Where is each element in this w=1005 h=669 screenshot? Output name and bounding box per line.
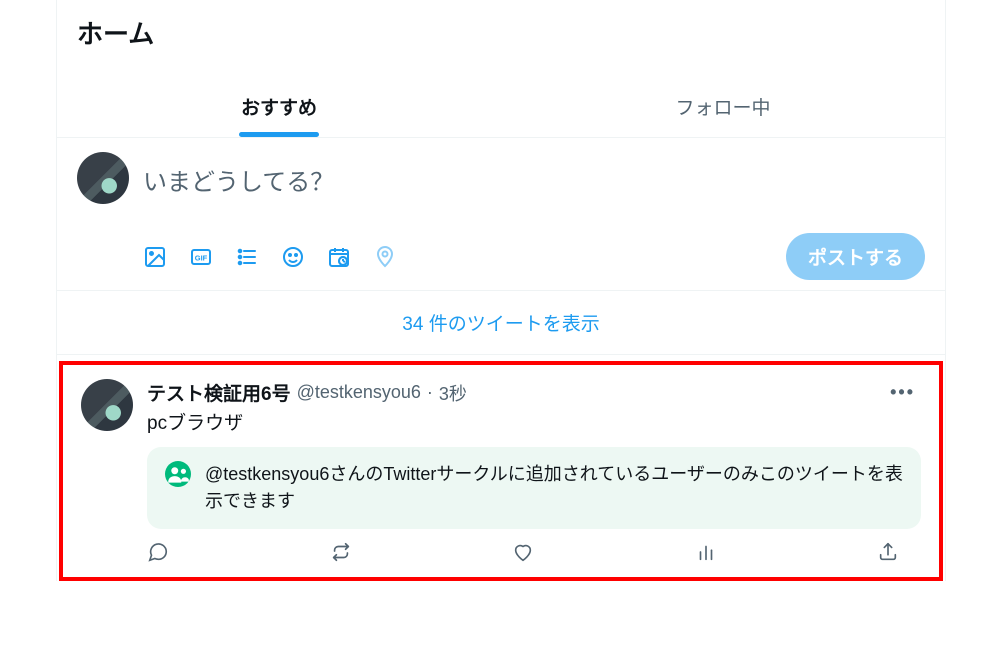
retweet-icon[interactable] (330, 541, 352, 563)
tweet-actions (147, 529, 907, 571)
emoji-icon[interactable] (281, 245, 305, 269)
timeline-feed: ホーム おすすめ フォロー中 いまどうしてる？ GIF (56, 0, 946, 581)
page-title: ホーム (57, 0, 945, 77)
gif-icon[interactable]: GIF (189, 245, 213, 269)
post-button[interactable]: ポストする (786, 233, 925, 280)
reply-icon[interactable] (147, 541, 169, 563)
schedule-icon[interactable] (327, 245, 351, 269)
avatar[interactable] (81, 379, 133, 431)
tab-label: おすすめ (241, 93, 317, 120)
tweet-handle[interactable]: @testkensyou6 (297, 382, 421, 403)
tweet-time[interactable]: 3秒 (439, 380, 467, 406)
separator: · (427, 382, 433, 403)
tab-label: フォロー中 (675, 93, 770, 120)
circle-people-icon (165, 461, 191, 487)
tab-underline (239, 132, 319, 137)
tweet-composer: いまどうしてる？ GIF (57, 138, 945, 291)
location-icon[interactable] (373, 245, 397, 269)
more-icon[interactable]: ••• (884, 380, 921, 405)
tweet[interactable]: テスト検証用6号 @testkensyou6 · 3秒 ••• pcブラウザ @… (63, 365, 939, 577)
tweet-text: pcブラウザ (147, 408, 921, 435)
svg-text:GIF: GIF (195, 253, 208, 262)
highlighted-tweet-box: テスト検証用6号 @testkensyou6 · 3秒 ••• pcブラウザ @… (59, 361, 943, 581)
like-icon[interactable] (512, 541, 534, 563)
composer-input[interactable]: いまどうしてる？ (143, 152, 925, 225)
show-more-tweets[interactable]: 34 件のツイートを表示 (57, 291, 945, 355)
poll-icon[interactable] (235, 245, 259, 269)
tab-following[interactable]: フォロー中 (501, 77, 945, 137)
tab-recommended[interactable]: おすすめ (57, 77, 501, 137)
timeline-tabs: おすすめ フォロー中 (57, 77, 945, 138)
circle-notice-banner: @testkensyou6さんのTwitterサークルに追加されているユーザーの… (147, 447, 921, 529)
circle-notice-text: @testkensyou6さんのTwitterサークルに追加されているユーザーの… (205, 461, 903, 515)
tweet-display-name[interactable]: テスト検証用6号 (147, 379, 291, 406)
media-icon[interactable] (143, 245, 167, 269)
views-icon[interactable] (695, 541, 717, 563)
share-icon[interactable] (877, 541, 899, 563)
avatar[interactable] (77, 152, 129, 204)
